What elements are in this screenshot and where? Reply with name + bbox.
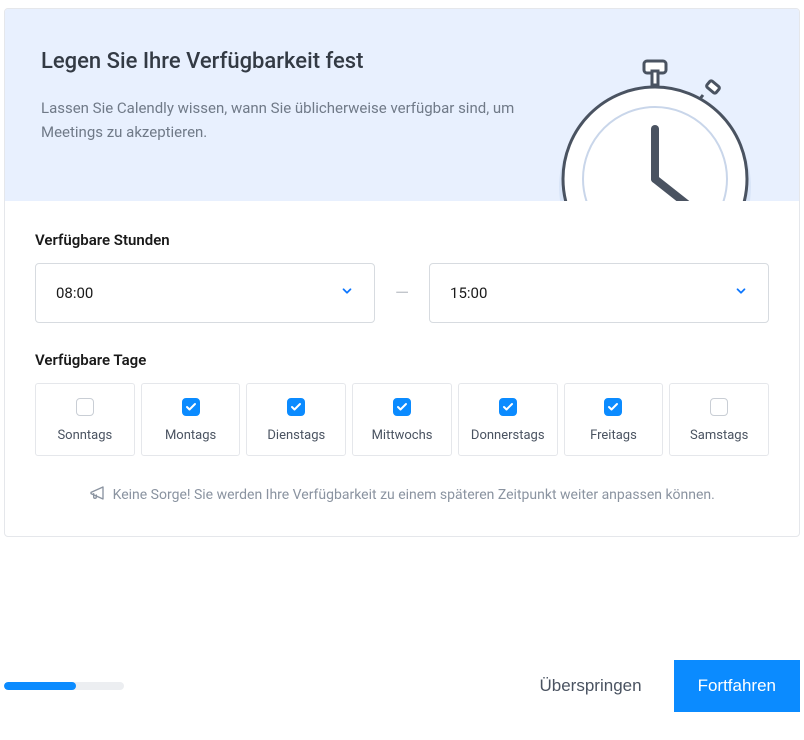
page-title: Legen Sie Ihre Verfügbarkeit fest: [41, 49, 763, 74]
hours-row: 08:00 — 15:00: [35, 263, 769, 323]
days-row: Sonntags Montags Dienstags Mittwochs Donners…: [35, 383, 769, 456]
skip-button[interactable]: Überspringen: [524, 664, 658, 708]
progress-fill: [4, 682, 76, 690]
form-content: Verfügbare Stunden 08:00 — 15:00 Verfügb…: [5, 201, 799, 536]
continue-button[interactable]: Fortfahren: [674, 660, 800, 712]
hint-text: Keine Sorge! Sie werden Ihre Verfügbarke…: [35, 484, 769, 508]
day-cell[interactable]: Donnerstags: [458, 383, 558, 456]
day-label: Montags: [165, 428, 216, 443]
day-cell[interactable]: Samstags: [669, 383, 769, 456]
stopwatch-illustration: [545, 59, 765, 201]
start-time-select[interactable]: 08:00: [35, 263, 375, 323]
chevron-down-icon: [340, 284, 354, 302]
footer-buttons: Überspringen Fortfahren: [524, 660, 801, 712]
hero-section: Legen Sie Ihre Verfügbarkeit fest Lassen…: [5, 9, 799, 201]
day-label: Donnerstags: [471, 428, 545, 443]
chevron-down-icon: [734, 284, 748, 302]
day-checkbox[interactable]: [393, 398, 411, 416]
day-cell[interactable]: Dienstags: [246, 383, 346, 456]
start-time-value: 08:00: [56, 284, 93, 302]
day-cell[interactable]: Mittwochs: [352, 383, 452, 456]
day-checkbox[interactable]: [182, 398, 200, 416]
day-label: Dienstags: [267, 428, 325, 443]
time-separator: —: [395, 283, 409, 304]
end-time-value: 15:00: [450, 284, 487, 302]
day-checkbox[interactable]: [604, 398, 622, 416]
day-label: Mittwochs: [372, 428, 433, 443]
day-checkbox[interactable]: [499, 398, 517, 416]
page-subtitle: Lassen Sie Calendly wissen, wann Sie übl…: [41, 96, 521, 144]
megaphone-icon: [89, 485, 105, 508]
day-checkbox[interactable]: [710, 398, 728, 416]
progress-bar: [4, 682, 124, 690]
onboarding-card: Legen Sie Ihre Verfügbarkeit fest Lassen…: [4, 8, 800, 537]
hint-message: Keine Sorge! Sie werden Ihre Verfügbarke…: [113, 487, 715, 503]
days-label: Verfügbare Tage: [35, 351, 769, 369]
day-checkbox[interactable]: [287, 398, 305, 416]
day-label: Sonntags: [57, 428, 112, 443]
hours-label: Verfügbare Stunden: [35, 231, 769, 249]
day-cell[interactable]: Sonntags: [35, 383, 135, 456]
day-label: Samstags: [690, 428, 748, 443]
day-cell[interactable]: Montags: [141, 383, 241, 456]
day-cell[interactable]: Freitags: [564, 383, 664, 456]
end-time-select[interactable]: 15:00: [429, 263, 769, 323]
footer-bar: Überspringen Fortfahren: [4, 660, 800, 712]
day-checkbox[interactable]: [76, 398, 94, 416]
day-label: Freitags: [590, 428, 637, 443]
